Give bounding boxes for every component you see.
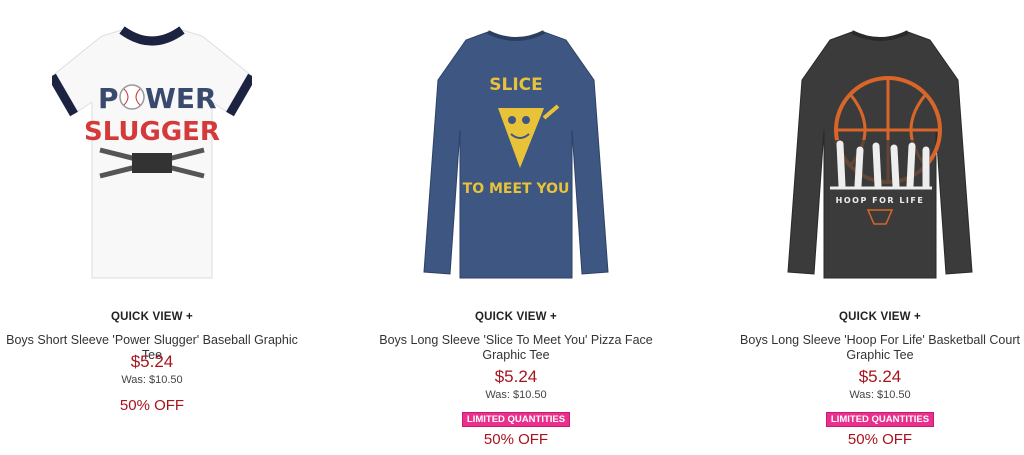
sale-price: $5.24 [858, 367, 902, 386]
quick-view-link[interactable]: QUICK VIEW + [366, 311, 666, 323]
tshirt-image: P WER SLUGGER [52, 26, 252, 279]
original-price: Was: $10.50 [849, 389, 911, 401]
limited-quantities-badge: LIMITED QUANTITIES [366, 409, 666, 427]
product-card: SLICE TO MEET YOU QUICK VIEW + Boys Long… [366, 0, 666, 455]
quick-view-link[interactable]: QUICK VIEW + [2, 311, 302, 323]
original-price: Was: $10.50 [121, 374, 183, 386]
product-image[interactable]: P WER SLUGGER [52, 10, 252, 292]
product-name[interactable]: Boys Long Sleeve 'Slice To Meet You' Piz… [366, 333, 666, 363]
svg-text:WER: WER [145, 82, 217, 115]
product-image[interactable]: HOOP FOR LIFE [780, 10, 980, 292]
product-image[interactable]: SLICE TO MEET YOU [416, 10, 616, 292]
sale-price: $5.24 [494, 367, 538, 386]
product-name[interactable]: Boys Long Sleeve 'Hoop For Life' Basketb… [730, 333, 1024, 363]
limited-quantities-badge: LIMITED QUANTITIES [730, 409, 1024, 427]
svg-text:SLUGGER: SLUGGER [84, 117, 220, 147]
product-card: P WER SLUGGER QUICK VIEW + Boys Short Sl… [2, 0, 302, 455]
original-price: Was: $10.50 [485, 389, 547, 401]
svg-text:TO MEET YOU: TO MEET YOU [463, 181, 570, 197]
product-grid: P WER SLUGGER QUICK VIEW + Boys Short Sl… [0, 0, 1024, 455]
sale-price: $5.24 [130, 352, 174, 371]
badge-label: LIMITED QUANTITIES [461, 412, 571, 427]
badge-label: LIMITED QUANTITIES [825, 412, 935, 427]
svg-text:P: P [98, 82, 119, 115]
quick-view-link[interactable]: QUICK VIEW + [730, 311, 1024, 323]
tshirt-image: SLICE TO MEET YOU [423, 30, 609, 279]
discount-label: 50% OFF [847, 431, 913, 448]
svg-text:SLICE: SLICE [489, 75, 543, 95]
product-card: HOOP FOR LIFE QUICK VIEW + Boys Long Sle… [730, 0, 1024, 455]
tshirt-image: HOOP FOR LIFE [787, 30, 973, 279]
svg-text:HOOP FOR LIFE: HOOP FOR LIFE [836, 196, 925, 205]
discount-label: 50% OFF [119, 397, 185, 414]
discount-label: 50% OFF [483, 431, 549, 448]
